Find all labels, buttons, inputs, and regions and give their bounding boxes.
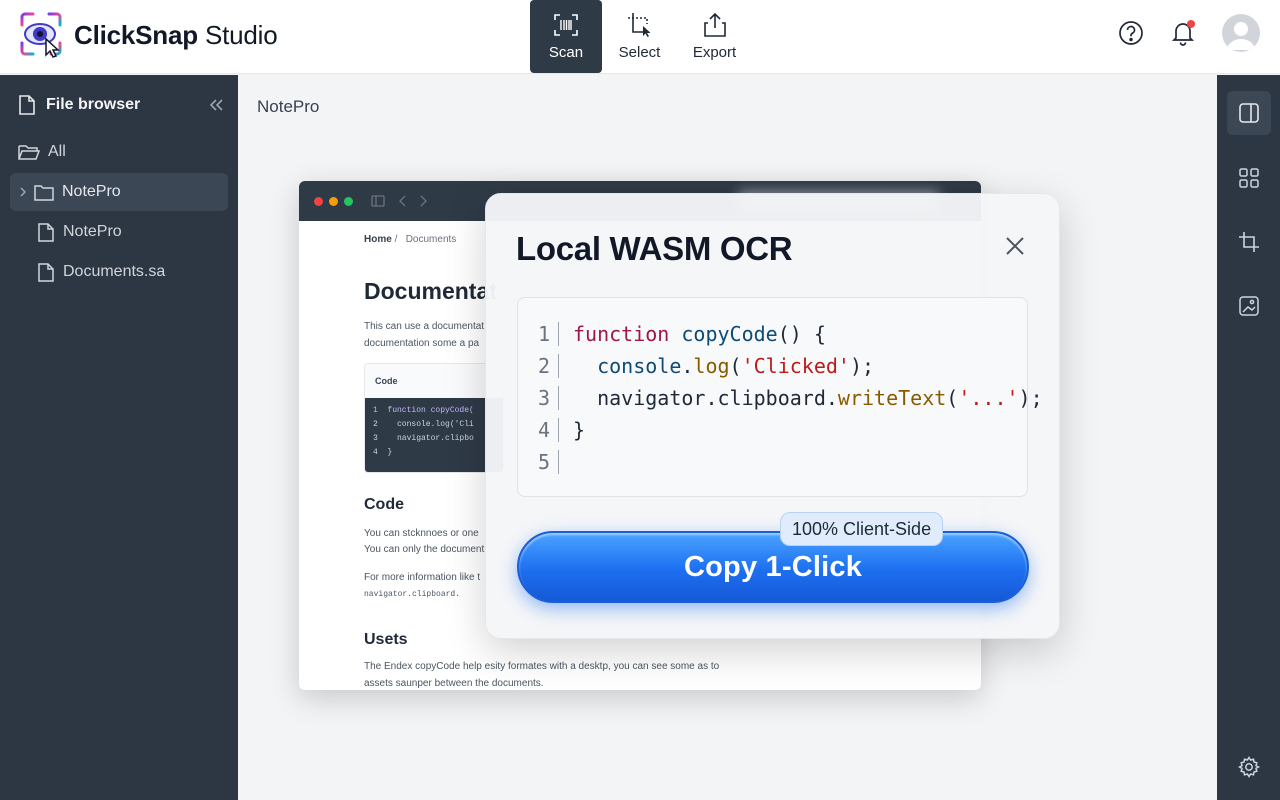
main-toolbar: Scan Select Export [530,0,752,73]
window-close-dot [314,197,323,206]
modal-title: Local WASM OCR [516,230,793,267]
sidebar-item-all[interactable]: All [10,133,228,171]
page-title: NotePro [257,97,320,116]
doc-code-block: Code 1 function copyCode( 2 console.log(… [364,363,504,473]
ocr-modal: Local WASM OCR 1 function copyCode() { 2… [485,193,1060,639]
export-tool-label: Export [692,44,737,61]
sidebar-item-notepro-folder[interactable]: NotePro [10,173,228,211]
image-frame-button[interactable] [1227,284,1271,328]
doc-heading: Documentat [364,278,497,304]
code-line: 3 navigator.clipboard. writeText('...'); [537,386,1043,410]
settings-button[interactable] [1227,745,1271,789]
sidebar-item-label: NotePro [62,183,121,200]
code-line: 4 } [537,418,586,442]
doc-code-body: 1 function copyCode( 2 console.log('Cli … [365,398,503,472]
doc-paragraph: For more information like t [364,572,481,583]
notification-dot [1187,20,1195,28]
sidebar-item-label: Documents.sa [63,263,166,280]
sidebar-header: File browser [18,95,224,115]
code-line: 5 [518,446,573,478]
scan-tool-label: Scan [548,44,584,61]
code-line: 1 function copyCode() { [537,322,826,346]
ocr-code-result[interactable]: 1 function copyCode() { 2 console. log('C… [517,297,1043,497]
sidebar-item-label: NotePro [63,223,122,240]
select-tool-button[interactable]: Select [602,0,677,73]
doc-code-tab: Code [365,364,503,398]
select-tool-label: Select [618,44,661,61]
doc-section-heading: Usets [364,631,408,648]
doc-breadcrumb: Home / Documents [364,234,457,245]
gear-icon [1238,756,1260,778]
crop-button[interactable] [1227,220,1271,264]
sidebar-item-notepro-file[interactable]: NotePro [10,213,228,251]
grid-icon [1239,168,1259,188]
folder-open-icon [18,145,40,160]
main-canvas: NotePro Home / Documents Documentat This… [238,75,1217,800]
file-icon [38,222,54,242]
sidebar-item-documents[interactable]: Documents.sa [10,253,228,291]
window-minimize-dot [329,197,338,206]
right-tool-rail [1217,75,1280,800]
forward-arrow-icon [420,195,427,207]
select-crop-icon [627,13,650,37]
sidebar-title: File browser [46,96,141,113]
client-side-badge: 100% Client-Side [780,512,944,546]
app-name: ClickSnap Studio [74,19,278,50]
top-bar: ClickSnap Studio Scan Select Export [0,0,1280,74]
brand[interactable]: ClickSnap Studio [18,11,278,59]
barcode-scan-icon [554,14,578,36]
doc-code-line: 2 console.log('Cli [373,420,474,429]
user-avatar[interactable] [1222,14,1260,52]
scan-tool-button[interactable]: Scan [530,0,602,73]
doc-paragraph: The Endex copyCode help esity formates w… [364,661,720,672]
grid-button[interactable] [1227,156,1271,200]
sidebar-toggle-icon [371,195,385,207]
doc-intro-line: This can use a documentat [364,321,485,332]
notification-button[interactable] [1170,20,1196,46]
image-frame-icon [1239,296,1259,316]
doc-code-line: 1 function copyCode( [373,406,474,415]
share-export-icon [703,12,726,37]
chevron-right-icon[interactable] [18,186,28,198]
crop-icon [1239,232,1259,252]
close-icon[interactable] [1003,234,1027,258]
back-arrow-icon [399,195,406,207]
panel-right-icon [1239,103,1259,123]
collapse-sidebar-icon[interactable] [208,98,224,112]
export-tool-button[interactable]: Export [677,0,752,73]
doc-paragraph: You can only the document [364,544,485,555]
file-browser-sidebar: File browser All NotePro NotePro Documen… [0,75,238,800]
help-circle-icon[interactable] [1118,20,1144,46]
folder-icon [34,184,54,201]
panel-right-button[interactable] [1227,91,1271,135]
clicksnap-logo-icon [18,11,64,59]
doc-paragraph: assets saunper between the documents. [364,678,544,689]
doc-code-line: 3 navigator.clipbo [373,434,474,443]
copy-one-click-button[interactable]: Copy 1-Click [517,531,1029,603]
code-line: 2 console. log('Clicked'); [537,354,875,378]
doc-code-line: 4 } [373,448,393,457]
doc-intro-line: documentation some a pa [364,338,480,349]
sidebar-item-label: All [48,143,66,160]
doc-paragraph: navigator.clipboard. [364,590,461,599]
window-maximize-dot [344,197,353,206]
file-icon [38,262,54,282]
header-actions [1118,14,1260,52]
user-avatar-icon [1227,22,1255,50]
doc-section-heading: Code [364,496,404,513]
file-icon [19,95,35,115]
doc-paragraph: You can stcknnoes or one [364,528,479,539]
